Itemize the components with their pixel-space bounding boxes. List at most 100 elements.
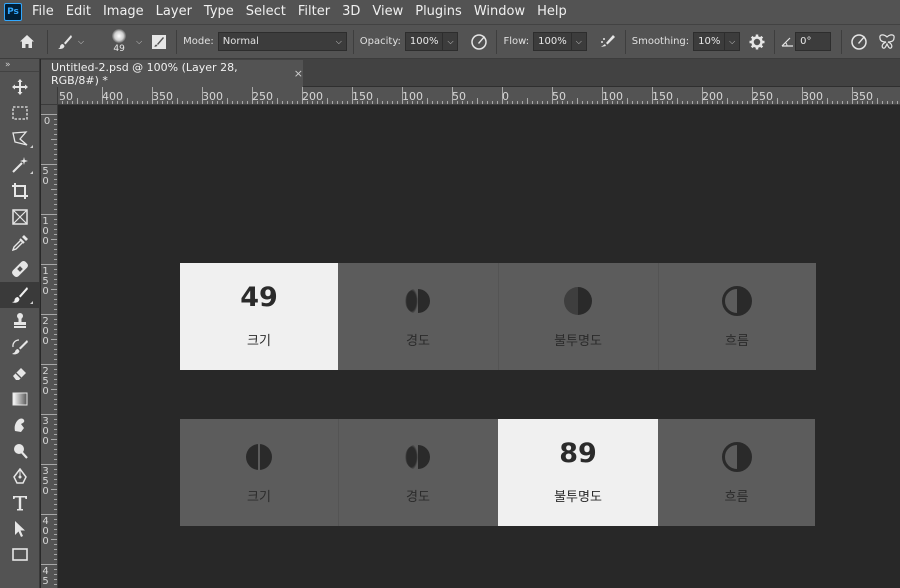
clone-stamp-tool[interactable] [0, 308, 40, 334]
separator [624, 29, 626, 54]
opacity-dropdown[interactable]: ⌵ [443, 32, 459, 51]
brush-tip-icon [112, 28, 127, 43]
flow-control[interactable]: 흐름 [658, 419, 815, 526]
mode-value: Normal [222, 36, 259, 47]
half-circle-hardness-icon [403, 441, 433, 473]
home-icon [20, 35, 34, 48]
brush-angle-input[interactable]: 0° [795, 32, 832, 51]
flow-control[interactable]: 흐름 [658, 263, 816, 370]
ruler-label: 5 0 [42, 166, 49, 187]
size-control[interactable]: 크기 [180, 419, 338, 526]
menu-plugins[interactable]: Plugins [409, 0, 468, 24]
horizontal-ruler[interactable]: 50 400 350 300 250 200 150 100 50 0 50 1… [58, 87, 900, 105]
rectangular-marquee-icon [12, 106, 28, 120]
butterfly-symmetry-icon [879, 33, 895, 49]
crop-tool[interactable] [0, 178, 40, 204]
opacity-input[interactable]: 100% [404, 32, 444, 51]
menu-view[interactable]: View [366, 0, 409, 24]
menu-file[interactable]: File [29, 0, 60, 24]
ruler-ticks [62, 87, 898, 104]
magic-wand-tool[interactable] [0, 152, 40, 178]
symmetry-button[interactable] [876, 31, 898, 53]
eraser-icon [13, 368, 26, 380]
gradient-tool[interactable] [0, 386, 40, 412]
menu-layer[interactable]: Layer [150, 0, 198, 24]
separator [774, 29, 776, 54]
marquee-tool[interactable] [0, 100, 40, 126]
opacity-label-ko: 불투명도 [554, 490, 602, 505]
frame-tool[interactable] [0, 204, 40, 230]
brush-settings-panel-button[interactable] [148, 31, 170, 53]
chevron-down-icon[interactable]: ⌵ [78, 37, 84, 47]
mode-label: Mode: [183, 36, 214, 47]
separator [496, 29, 498, 54]
bandage-icon [12, 261, 28, 277]
gradient-icon [12, 392, 28, 406]
ruler-label: 4 0 0 [42, 516, 49, 547]
menu-3d[interactable]: 3D [336, 0, 366, 24]
menu-window[interactable]: Window [468, 0, 531, 24]
opacity-control[interactable]: 89 불투명도 [498, 419, 658, 526]
brush-tool-preset-button[interactable] [54, 31, 76, 53]
smoothing-dropdown[interactable]: ⌵ [725, 32, 741, 51]
angle-icon [781, 36, 795, 47]
hardness-label: 경도 [406, 334, 430, 349]
move-tool[interactable] [0, 74, 40, 100]
close-icon[interactable]: × [294, 67, 303, 80]
eraser-tool[interactable] [0, 360, 40, 386]
flow-label-ko: 흐름 [724, 490, 749, 505]
frame-icon [12, 209, 28, 225]
hardness-label: 경도 [406, 490, 430, 505]
home-button[interactable] [13, 30, 41, 54]
eyedropper-tool[interactable] [0, 230, 40, 256]
blur-tool[interactable] [0, 412, 40, 438]
photoshop-logo[interactable]: Ps [4, 3, 22, 21]
ruler-label: 300 [202, 90, 223, 103]
vertical-ruler[interactable]: 0 5 0 1 0 0 1 5 0 2 0 0 2 5 0 3 0 0 3 5 … [41, 105, 58, 588]
opacity-control[interactable]: 불투명도 [498, 263, 658, 370]
pen-tool[interactable] [0, 464, 40, 490]
menu-type[interactable]: Type [198, 0, 240, 24]
chevron-down-icon: ⌵ [335, 36, 342, 46]
dodge-tool[interactable] [0, 438, 40, 464]
type-tool[interactable] [0, 490, 40, 516]
brush-tool[interactable] [0, 282, 40, 308]
crop-icon [12, 183, 28, 199]
opacity-value: 89 [559, 438, 597, 469]
pressure-size-button[interactable] [848, 31, 870, 53]
menu-image[interactable]: Image [97, 0, 150, 24]
lasso-tool[interactable] [0, 126, 40, 152]
menu-filter[interactable]: Filter [292, 0, 336, 24]
size-value: 49 [240, 282, 278, 313]
brush-control-row-1: 49 크기 경도 불투명도 흐름 [180, 263, 816, 370]
document-tab[interactable]: Untitled-2.psd @ 100% (Layer 28, RGB/8#)… [41, 60, 303, 87]
history-brush-tool[interactable] [0, 334, 40, 360]
ruler-label: 1 5 0 [42, 266, 49, 297]
smoothing-options-button[interactable] [746, 31, 768, 53]
rectangle-tool[interactable] [0, 542, 40, 568]
ruler-label: 0 [502, 90, 509, 103]
tool-flyout-indicator [30, 145, 33, 148]
path-selection-tool[interactable] [0, 516, 40, 542]
airbrush-button[interactable] [597, 31, 619, 53]
menu-edit[interactable]: Edit [60, 0, 97, 24]
hardness-control[interactable]: 경도 [338, 263, 498, 370]
flow-input[interactable]: 100% [533, 32, 572, 51]
smoothing-input[interactable]: 10% [693, 32, 726, 51]
ruler-origin[interactable] [41, 87, 58, 105]
menu-select[interactable]: Select [240, 0, 292, 24]
brush-preset-picker[interactable]: 49 [104, 27, 134, 57]
healing-brush-tool[interactable] [0, 256, 40, 282]
ruler-label: 50 [552, 90, 566, 103]
chevron-down-icon[interactable]: ⌵ [136, 37, 142, 47]
menu-help[interactable]: Help [531, 0, 573, 24]
ruler-label: 200 [302, 90, 323, 103]
eyedropper-icon [11, 235, 28, 252]
flow-dropdown[interactable]: ⌵ [571, 32, 587, 51]
ruler-label: 50 [452, 90, 466, 103]
mode-dropdown[interactable]: Normal ⌵ [217, 32, 347, 51]
pressure-opacity-button[interactable] [468, 31, 490, 53]
size-control[interactable]: 49 크기 [180, 263, 338, 370]
panel-collapse-icon[interactable]: » [0, 59, 39, 72]
hardness-control[interactable]: 경도 [338, 419, 498, 526]
